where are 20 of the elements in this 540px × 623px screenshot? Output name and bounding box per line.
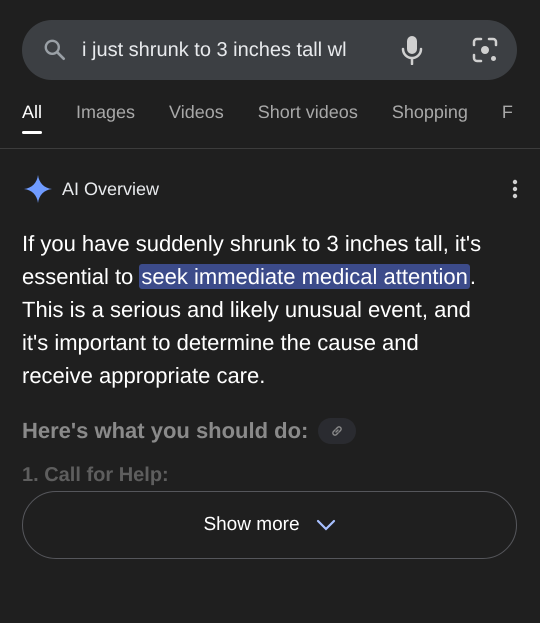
more-options-icon[interactable]	[512, 179, 518, 199]
search-query: i just shrunk to 3 inches tall wl	[82, 38, 348, 62]
overview-paragraph: If you have suddenly shrunk to 3 inches tall, it's essential to seek immediate medical attention. This is a serious and likely unusual event, and it's important to determine the cause and receive appropriate care.	[22, 230, 482, 390]
camera-icon[interactable]	[471, 36, 499, 64]
section-heading: Here's what you should do:	[22, 418, 308, 444]
show-more-button[interactable]: Show more	[22, 491, 517, 559]
sparkle-icon	[24, 175, 52, 203]
tab[interactable]: F	[502, 100, 513, 130]
search-field[interactable]: i just shrunk to 3 inches tall wl	[22, 20, 517, 80]
link-chip[interactable]	[318, 418, 356, 444]
search-icon	[42, 37, 68, 63]
tab[interactable]: Videos	[169, 100, 224, 130]
link-icon	[330, 424, 344, 438]
tab[interactable]: Shopping	[392, 100, 468, 130]
tab[interactable]: Short videos	[258, 100, 358, 130]
list-item: 1. Call for Help:	[22, 464, 170, 487]
overview-title: AI Overview	[62, 178, 160, 200]
tab[interactable]: Images	[76, 100, 136, 130]
microphone-icon[interactable]	[401, 35, 423, 65]
chevron-down-icon	[316, 519, 336, 531]
